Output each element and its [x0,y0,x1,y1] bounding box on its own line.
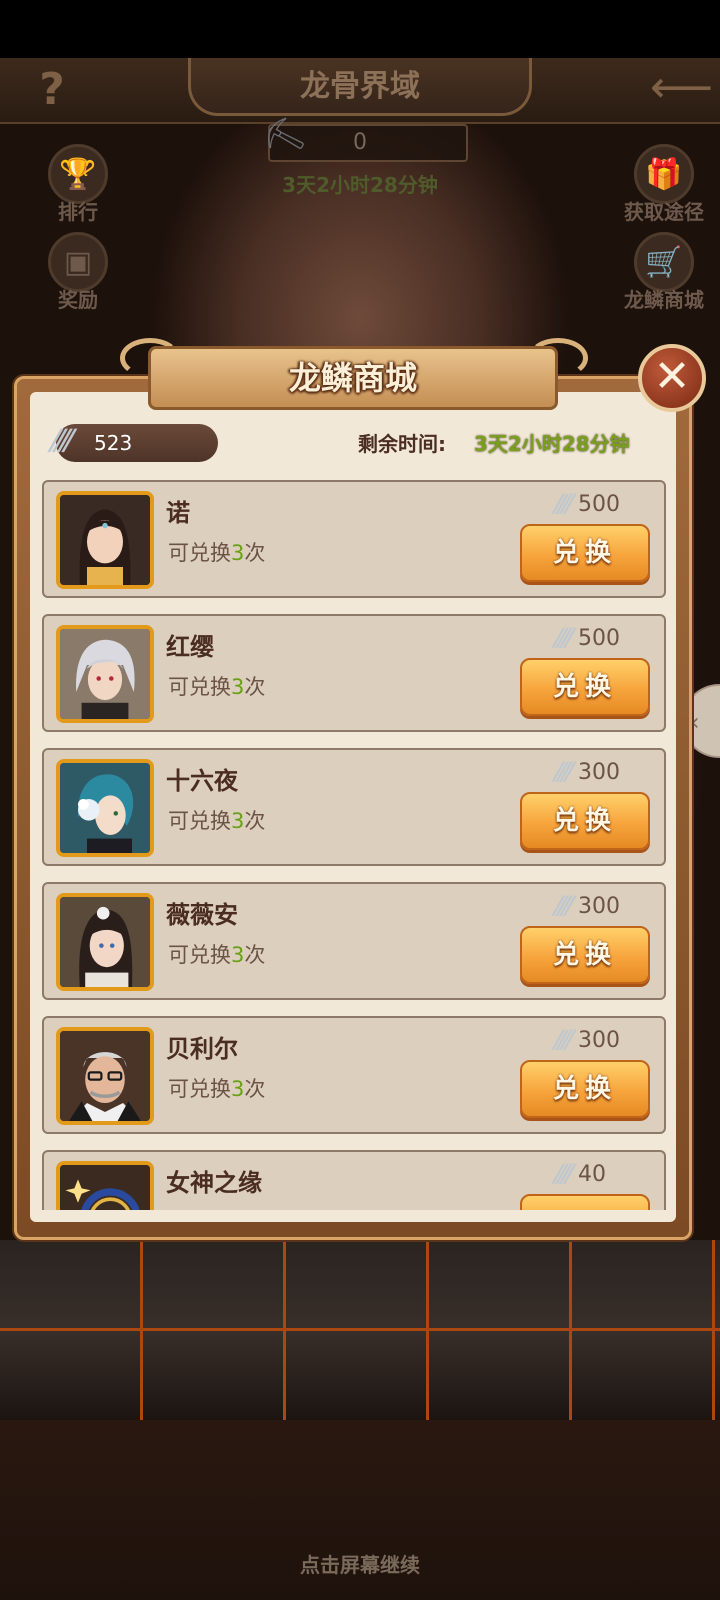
remain-time-label: 剩余时间: [358,432,446,456]
dragon-scale-icon: ⫽⫽ [552,892,571,922]
item-name: 贝利尔 [166,1035,238,1063]
dragon-scale-icon: ⫽⫽ [552,1026,571,1056]
portrait-nuo [56,491,154,589]
item-limit: 可兑换3次 [168,541,266,565]
back-arrow-icon[interactable]: ⟵ [650,66,713,110]
shop-item: 薇薇安 可兑换3次 ⫽⫽ 300 兑换 [42,882,666,1000]
scene-title: 龙骨界域 [300,69,420,104]
close-icon: ✕ [653,351,691,402]
portrait-vivian [56,893,154,991]
scene-timer: 3天2小时28分钟 [282,173,438,197]
gift-icon: 🎁 [634,144,694,204]
shop-item: 女神之缘 ⫽⫽ 40 [42,1150,666,1210]
portrait-izayoi [56,759,154,857]
item-name: 红缨 [166,633,214,661]
item-limit: 可兑换3次 [168,943,266,967]
continue-hint[interactable]: 点击屏幕继续 [200,1548,520,1582]
portrait-hongying [56,625,154,723]
item-limit: 可兑换3次 [168,809,266,833]
exchange-button[interactable] [520,1194,650,1210]
dragon-shop-button[interactable]: 🛒 龙鳞商城 [612,232,716,313]
trophy-icon: 🏆 [48,144,108,204]
obtain-way-button[interactable]: 🎁 获取途径 [612,144,716,225]
close-button[interactable]: ✕ [638,344,706,412]
item-limit: 可兑换3次 [168,675,266,699]
shop-item: 诺 可兑换3次 ⫽⫽ 500 兑换 [42,480,666,598]
item-limit: 可兑换3次 [168,1077,266,1101]
currency-value: 0 [353,130,367,155]
ranking-label: 排行 [58,200,98,224]
chevron-left-icon: ‹ [690,708,700,736]
remain-time-value: 3天2小时28分钟 [474,432,630,456]
dragon-scale-icon: ⫽⫽ [552,624,571,654]
status-bar [0,0,720,58]
exchange-button[interactable]: 兑换 [520,658,650,716]
exchange-button[interactable]: 兑换 [520,524,650,582]
exchange-button[interactable]: 兑换 [520,926,650,984]
shop-item: 红缨 可兑换3次 ⫽⫽ 500 兑换 [42,614,666,732]
shop-title: 龙鳞商城 [288,359,417,397]
ranking-button[interactable]: 🏆 排行 [28,144,128,225]
help-icon[interactable]: ? [34,66,70,114]
obtain-way-label: 获取途径 [624,200,704,224]
portrait-belial [56,1027,154,1125]
cart-icon: 🛒 [634,232,694,292]
item-price: 40 [578,1162,606,1187]
reward-label: 奖励 [58,288,98,312]
gift-box-icon: ▣ [48,232,108,292]
dragon-scale-icon: ⫽⫽ [48,424,72,459]
dragon-scale-icon: ⫽⫽ [552,490,571,520]
exchange-button[interactable]: 兑换 [520,792,650,850]
dragon-scale-icon: ⫽⫽ [552,1160,571,1190]
exchange-button[interactable]: 兑换 [520,1060,650,1118]
dragon-shop-label: 龙鳞商城 [624,288,704,312]
item-price: 300 [578,1028,620,1053]
shop-item-list[interactable]: 诺 可兑换3次 ⫽⫽ 500 兑换 红缨 可兑换3次 ⫽⫽ 500 兑换 十六夜… [42,480,666,1210]
item-price: 300 [578,760,620,785]
balance-value: 523 [94,431,133,455]
reward-button[interactable]: ▣ 奖励 [28,232,128,313]
item-price: 300 [578,894,620,919]
goddess-fate-item-icon [56,1161,154,1210]
item-name: 薇薇安 [166,901,238,929]
lava-floor [0,1240,720,1420]
item-price: 500 [578,626,620,651]
item-name: 十六夜 [166,767,238,795]
item-name: 女神之缘 [166,1169,262,1197]
shop-item: 十六夜 可兑换3次 ⫽⫽ 300 兑换 [42,748,666,866]
item-name: 诺 [166,499,190,527]
shop-item: 贝利尔 可兑换3次 ⫽⫽ 300 兑换 [42,1016,666,1134]
item-price: 500 [578,492,620,517]
dragon-scale-icon: ⫽⫽ [552,758,571,788]
